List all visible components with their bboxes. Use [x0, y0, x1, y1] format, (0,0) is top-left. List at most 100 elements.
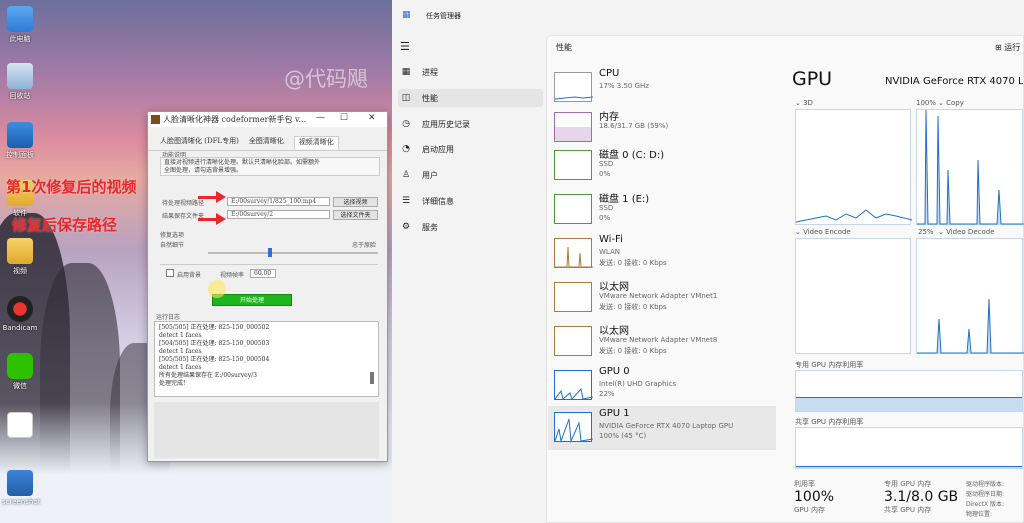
graph-decode-label: ⌄ Video Decode [938, 228, 995, 236]
disk-thumbnail [554, 150, 592, 180]
tab-full-image[interactable]: 全图清晰化 [249, 136, 284, 150]
resource-name: 磁盘 0 (C: D:) [599, 150, 665, 161]
memory-thumbnail [554, 112, 592, 142]
desktop-icon-this-pc[interactable]: 此电脑 [2, 6, 38, 44]
graph-video-encode [795, 238, 911, 354]
graph-copy-line [917, 109, 1024, 225]
select-folder-button[interactable]: 选择文件夹 [333, 210, 378, 220]
resource-disk-1[interactable]: 磁盘 1 (E:) SSD 0% [548, 188, 776, 232]
info-label: 驱动程序日期: [966, 491, 1005, 498]
desktop-icon-video[interactable]: 视频 [2, 238, 38, 276]
nav-startup[interactable]: ◔ 启动应用 [398, 140, 543, 158]
graph-copy-pct: 100% [916, 99, 937, 107]
fidelity-slider-thumb[interactable] [268, 248, 272, 257]
recycle-bin-icon [7, 63, 33, 89]
chevron-icon: ⌄ [938, 99, 947, 107]
resource-stat: 22% [599, 390, 615, 398]
codeformer-window: 人脸清晰化神器 codeformer新手包 v... — ☐ ✕ 人脸图清晰化 … [147, 111, 388, 462]
graph-decode-line [917, 298, 1024, 354]
close-button[interactable]: ✕ [368, 113, 376, 123]
bandicam-icon [7, 296, 33, 322]
minimize-button[interactable]: — [316, 113, 325, 123]
stat-utilization: 利用率 100% GPU 内存 [794, 479, 834, 515]
nav-label: 性能 [422, 93, 438, 103]
desktop-icon-wechat[interactable]: 微信 [2, 353, 38, 391]
func-desc-box: 直接对视频进行清晰化处理。默认只清晰化脸部。如需额外 全图处理，请勾选背景增强。 [160, 157, 380, 176]
resource-name: GPU 1 [599, 408, 630, 419]
cursor-highlight [208, 280, 226, 298]
resource-wifi[interactable]: Wi-Fi WLAN 发送: 0 接收: 0 Kbps [548, 232, 776, 276]
fidelity-slider-track[interactable] [208, 252, 378, 254]
annotation-repaired-video: 第1次修复后的视频 [6, 178, 137, 196]
resource-stat: 0% [599, 170, 611, 178]
blurred-area [154, 402, 379, 458]
fps-input[interactable]: 60.00 [250, 269, 276, 278]
log-line: [505/505] 正在处理: 825-150_000502 [159, 324, 270, 331]
tab-face-image[interactable]: 人脸图清晰化 (DFL专用) [160, 136, 239, 150]
resource-name: Wi-Fi [599, 234, 623, 245]
maximize-button[interactable]: ☐ [340, 113, 348, 123]
nav-services[interactable]: ⚙ 服务 [398, 218, 543, 236]
graph-dedicated-memory [795, 370, 1023, 412]
run-task-icon: ⊞ [995, 43, 1005, 52]
log-line: detect 1 faces [159, 332, 202, 339]
details-icon: ☰ [401, 196, 411, 206]
watermark: @代码飓 [284, 67, 368, 91]
log-scrollbar[interactable] [370, 372, 374, 384]
resource-stat: 0% [599, 214, 611, 222]
quality-high-label: 忠于原脸 [352, 242, 377, 249]
log-line: detect 1 faces [159, 348, 202, 355]
resource-disk-0[interactable]: 磁盘 0 (C: D:) SSD 0% [548, 144, 776, 188]
wechat-icon [7, 353, 33, 379]
desktop-icon-label: 控制面板 [6, 151, 34, 159]
resource-stat: SSD [599, 204, 614, 212]
desktop-icon-label: 视频 [13, 267, 27, 275]
control-panel-icon [7, 122, 33, 148]
save-dir-input[interactable]: E:/00survey/2 [227, 210, 330, 219]
resource-gpu-1[interactable]: GPU 1 NVIDIA GeForce RTX 4070 Laptop GPU… [548, 406, 776, 450]
resource-gpu-0[interactable]: GPU 0 Intel(R) UHD Graphics 22% [548, 364, 776, 408]
gpu-thumbnail [554, 370, 594, 400]
select-video-button[interactable]: 选择视频 [333, 197, 378, 207]
desktop-icon-bandicam[interactable]: Bandicam [2, 296, 38, 332]
nav-label: 详细信息 [422, 196, 454, 206]
resource-cpu[interactable]: CPU 17% 3.50 GHz [548, 66, 776, 110]
nav-users[interactable]: ♙ 用户 [398, 166, 543, 184]
nav-processes[interactable]: ▦ 进程 [398, 63, 543, 81]
log-line: 所有处理结果保存在 E:/00survey/3 [159, 372, 257, 379]
graph-video-decode [916, 238, 1024, 354]
nav-details[interactable]: ☰ 详细信息 [398, 192, 543, 210]
stat-value: 100% [794, 489, 835, 505]
log-line: detect 1 faces [159, 364, 202, 371]
dedicated-mem-label: 专用 GPU 内存利用率 [795, 361, 864, 369]
desktop-icon-file[interactable] [2, 412, 38, 440]
tab-video[interactable]: 视频清晰化 [293, 136, 339, 150]
desktop-icon-control-panel[interactable]: 控制面板 [2, 122, 38, 160]
resource-stat: WLAN [599, 248, 621, 256]
bg-enhance-checkbox[interactable] [166, 269, 174, 277]
options-label: 修复选项 [160, 232, 185, 239]
graph-shared-memory [795, 427, 1023, 469]
hamburger-menu-icon[interactable]: ☰ [400, 40, 410, 53]
nav-performance[interactable]: ◫ 性能 [398, 89, 543, 107]
title-bar: 人脸清晰化神器 codeformer新手包 v... — ☐ ✕ [148, 112, 387, 127]
resource-stat: 发送: 0 接收: 0 Kbps [599, 259, 667, 267]
video-path-input[interactable]: E:/00survey/1/825_100.mp4 [227, 197, 330, 206]
nav-app-history[interactable]: ◷ 应用历史记录 [398, 115, 543, 133]
users-icon: ♙ [401, 170, 411, 180]
info-label: 驱动程序版本: [966, 481, 1005, 488]
desktop-icon-recycle-bin[interactable]: 回收站 [2, 63, 38, 101]
graph-copy-name: Copy [946, 99, 964, 107]
desktop-icon-label: 回收站 [9, 92, 31, 100]
section-title: 性能 [556, 43, 572, 52]
log-label: 运行日志 [156, 314, 181, 321]
start-button[interactable]: 开始处理 [212, 294, 292, 306]
desktop-icon-screenshot[interactable]: screenshot [2, 470, 40, 506]
run-task-button[interactable]: ⊞ 运行 [995, 42, 1020, 53]
log-line: 处理完成! [159, 380, 186, 387]
performance-icon: ◫ [401, 93, 411, 103]
gpu-thumbnail [554, 412, 594, 443]
resource-ethernet-2[interactable]: 以太网 VMware Network Adapter VMnet8 发送: 0 … [548, 320, 776, 364]
resource-ethernet-1[interactable]: 以太网 VMware Network Adapter VMnet1 发送: 0 … [548, 276, 776, 320]
chevron-icon: ⌄ [938, 228, 947, 236]
